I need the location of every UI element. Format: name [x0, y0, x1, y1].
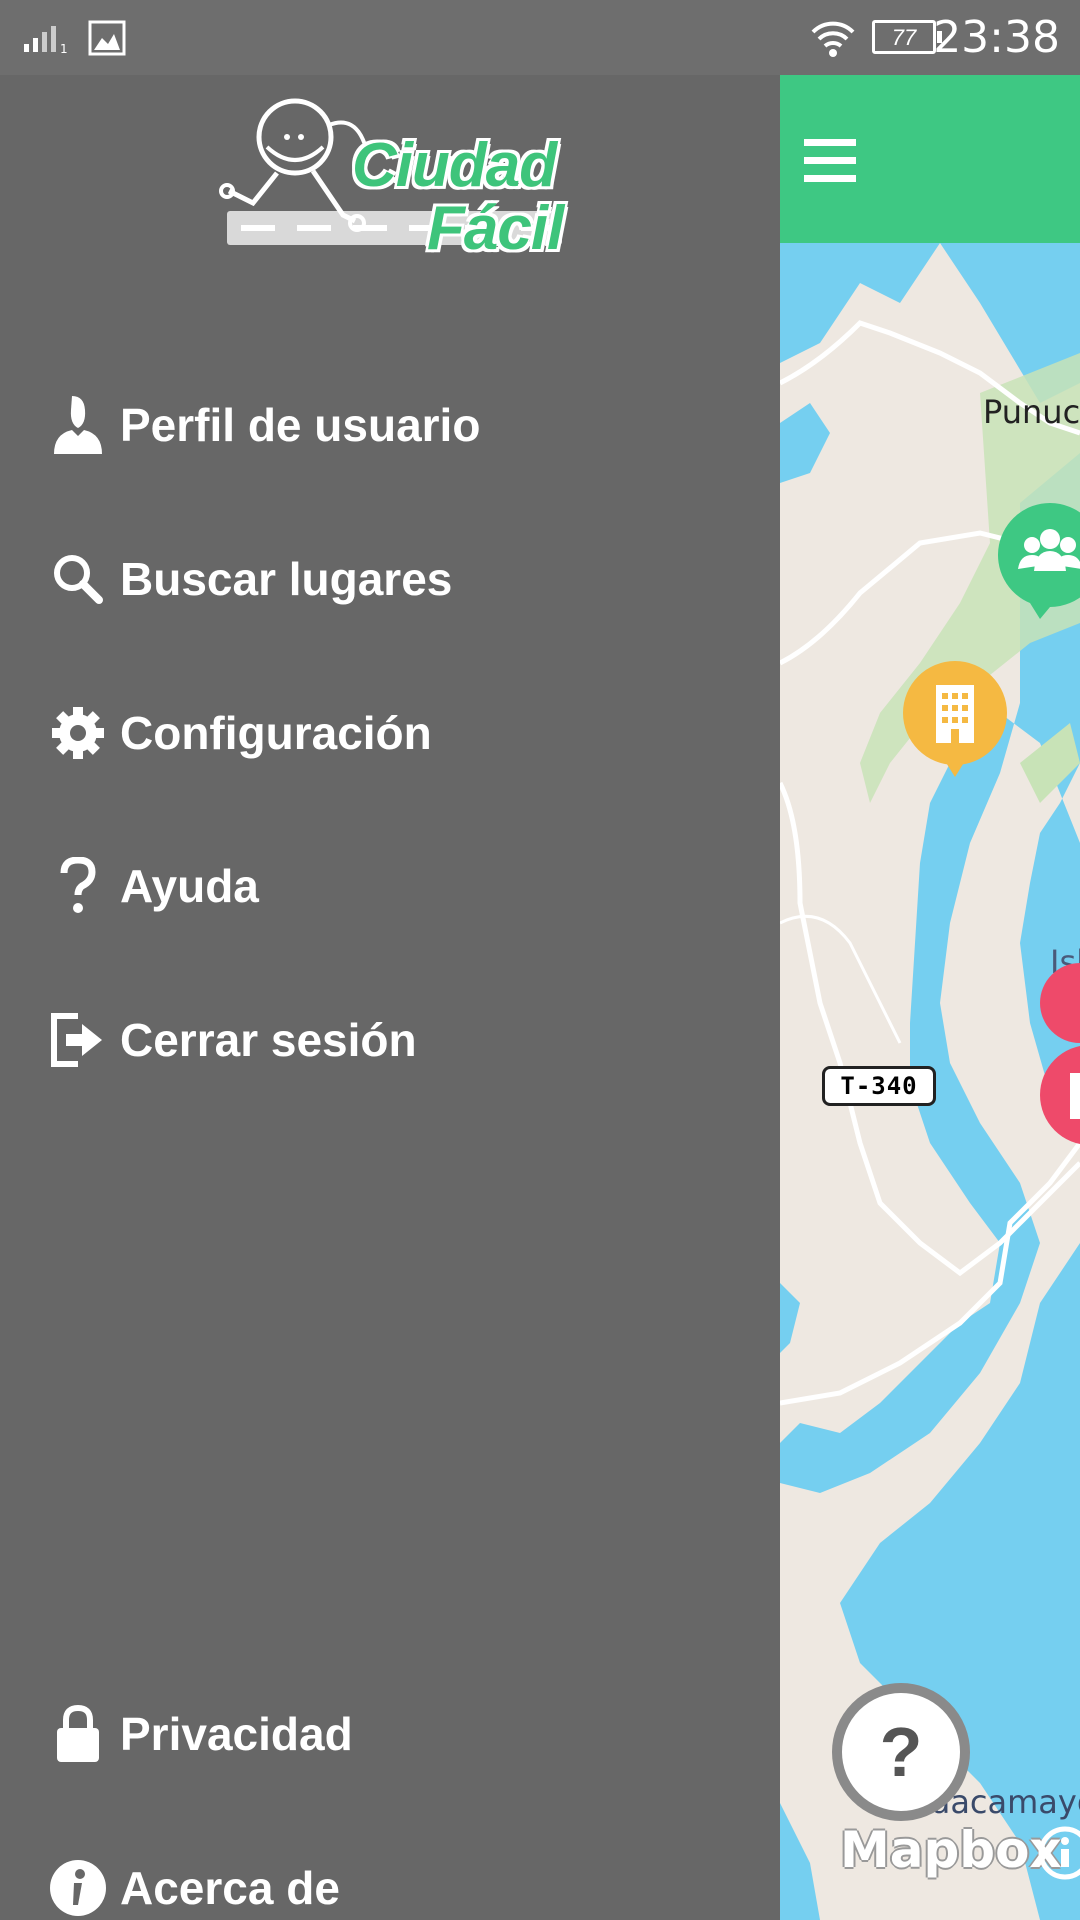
- logout-icon: [48, 1008, 108, 1072]
- map-place-label: Punuc: [983, 393, 1080, 431]
- navigation-drawer: Ciudad Fácil Perfil de usuario Buscar lu…: [0, 75, 780, 1920]
- hamburger-menu-icon[interactable]: [804, 139, 856, 183]
- building-icon: [936, 685, 974, 743]
- status-clock: 23:38: [933, 12, 1060, 63]
- menu-label-privacy: Privacidad: [120, 1708, 353, 1760]
- road-shield: T-340: [822, 1066, 936, 1106]
- attribution-info-icon[interactable]: [1035, 1823, 1080, 1883]
- logo-text-line2: Fácil: [427, 194, 564, 263]
- help-fab-label: ?: [879, 1713, 923, 1791]
- signal-icon: 1: [24, 26, 68, 54]
- info-icon: [48, 1856, 108, 1920]
- menu-item-search[interactable]: Buscar lugares: [48, 539, 748, 619]
- user-icon: [48, 393, 108, 457]
- menu-label-logout: Cerrar sesión: [120, 1014, 417, 1066]
- map-marker-building[interactable]: [900, 661, 1010, 781]
- menu-item-help[interactable]: Ayuda: [48, 846, 748, 926]
- image-notification-icon: [88, 20, 126, 56]
- menu-item-logout[interactable]: Cerrar sesión: [48, 1000, 748, 1080]
- sim-indicator: 1: [60, 42, 68, 54]
- map-view[interactable]: Punuc Isl dacamayo: [780, 243, 1080, 1920]
- map-marker-group[interactable]: [998, 503, 1080, 621]
- gear-icon: [48, 701, 108, 765]
- menu-item-about[interactable]: Acerca de: [48, 1848, 748, 1920]
- search-icon: [48, 547, 108, 611]
- menu-item-privacy[interactable]: Privacidad: [48, 1694, 748, 1774]
- lock-icon: [48, 1702, 108, 1766]
- menu-label-settings: Configuración: [120, 707, 432, 759]
- menu-label-about: Acerca de: [120, 1862, 340, 1914]
- help-fab-button[interactable]: ?: [832, 1683, 970, 1821]
- menu-item-profile[interactable]: Perfil de usuario: [48, 385, 748, 465]
- menu-item-settings[interactable]: Configuración: [48, 693, 748, 773]
- battery-icon: 77: [872, 20, 942, 54]
- logo-text-line1: Ciudad: [352, 131, 557, 200]
- mapbox-attribution-logo[interactable]: Mapbox: [840, 1821, 1062, 1879]
- app-logo: Ciudad Fácil: [215, 95, 575, 265]
- menu-label-search: Buscar lugares: [120, 553, 453, 605]
- marker-icon: [1070, 1073, 1080, 1119]
- menu-label-help: Ayuda: [120, 860, 259, 912]
- map-marker-red[interactable]: [1030, 963, 1080, 1183]
- status-bar: 1 77 23:38: [0, 0, 1080, 75]
- map-screen: Punuc Isl dacamayo: [780, 75, 1080, 1920]
- question-mark-icon: [48, 854, 108, 918]
- menu-label-profile: Perfil de usuario: [120, 399, 481, 451]
- wifi-icon: [811, 21, 855, 57]
- app-bar: [780, 75, 1080, 243]
- battery-level: 77: [891, 25, 917, 50]
